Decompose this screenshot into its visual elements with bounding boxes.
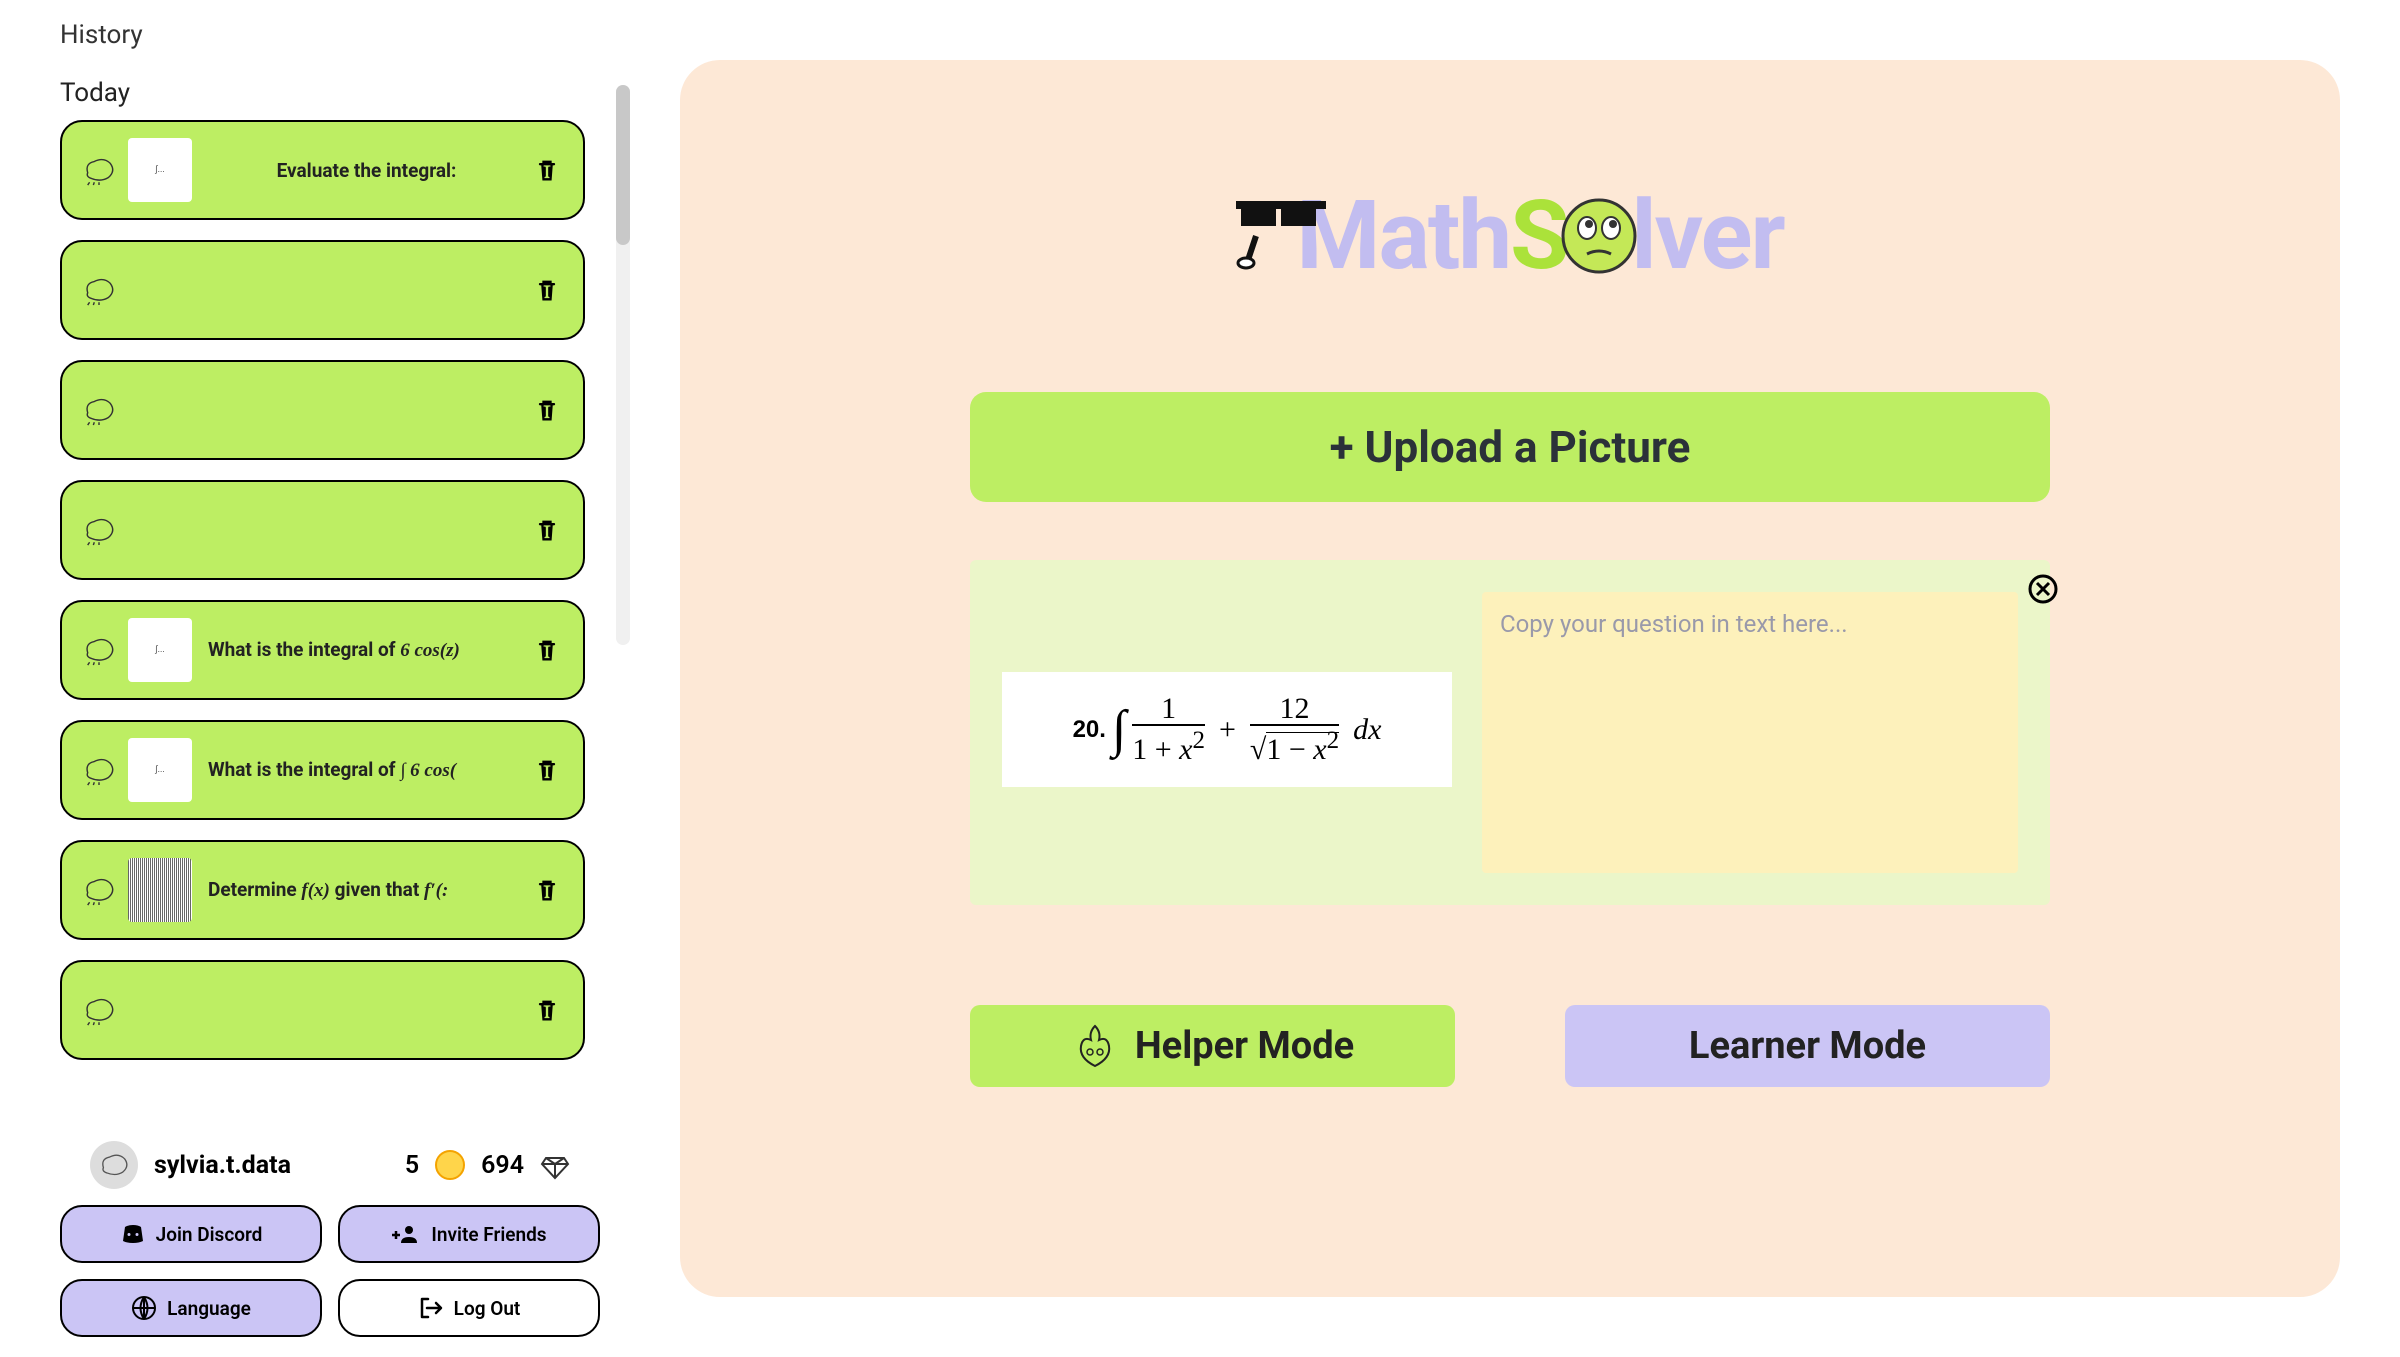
history-item[interactable]: Determine f(x) given that f′(: (60, 840, 585, 940)
language-label: Language (167, 1297, 251, 1320)
main: Math S lver + Upload a Picture 20. ∫ (660, 0, 2400, 1357)
brain-icon (80, 154, 118, 186)
join-discord-button[interactable]: Join Discord (60, 1205, 322, 1263)
logo-glasses-icon (1236, 181, 1326, 271)
brain-fire-icon (1071, 1022, 1119, 1070)
coin-count: 5 (405, 1151, 419, 1180)
logo: Math S lver (1236, 180, 1783, 292)
history-item-text: Evaluate the integral: (208, 159, 565, 182)
helper-mode-label: Helper Mode (1135, 1024, 1354, 1068)
sidebar: History Today ∫... Evaluate the integral… (0, 0, 660, 1357)
language-button[interactable]: Language (60, 1279, 322, 1337)
trash-icon[interactable] (533, 156, 561, 184)
trash-icon[interactable] (533, 996, 561, 1024)
history-item[interactable] (60, 480, 585, 580)
coin-icon (435, 1150, 465, 1180)
close-icon[interactable] (2028, 574, 2058, 604)
avatar[interactable] (90, 1141, 138, 1189)
today-label: Today (60, 78, 600, 108)
trash-icon[interactable] (533, 876, 561, 904)
brain-icon (80, 394, 118, 426)
main-card: Math S lver + Upload a Picture 20. ∫ (680, 60, 2340, 1297)
brain-icon (80, 874, 118, 906)
invite-friends-button[interactable]: Invite Friends (338, 1205, 600, 1263)
upload-picture-button[interactable]: + Upload a Picture (970, 392, 2050, 502)
logo-face-icon (1559, 196, 1639, 276)
logout-label: Log Out (454, 1297, 521, 1320)
helper-mode-button[interactable]: Helper Mode (970, 1005, 1455, 1087)
globe-icon (131, 1295, 157, 1321)
history-item-text: Determine f(x) given that f′(: (208, 878, 565, 902)
history-item[interactable] (60, 240, 585, 340)
trash-icon[interactable] (533, 756, 561, 784)
history-list: ∫... Evaluate the integral: ∫... What is… (60, 120, 600, 1121)
history-title: History (60, 20, 600, 50)
brain-icon (80, 514, 118, 546)
history-item[interactable]: ∫... Evaluate the integral: (60, 120, 585, 220)
brain-icon (80, 274, 118, 306)
history-item-text: What is the integral of 6 cos(z) (208, 638, 565, 662)
trash-icon[interactable] (533, 276, 561, 304)
logo-math: Math (1296, 180, 1510, 292)
sidebar-footer: sylvia.t.data 5 694 Join Discord Invite … (60, 1121, 600, 1337)
invite-label: Invite Friends (431, 1223, 546, 1246)
invite-icon (391, 1223, 421, 1245)
history-item-text: What is the integral of ∫ 6 cos( (208, 758, 565, 782)
mode-buttons: Helper Mode Learner Mode (970, 1005, 2050, 1087)
gem-icon (540, 1150, 570, 1180)
username: sylvia.t.data (154, 1151, 389, 1180)
user-row: sylvia.t.data 5 694 (60, 1141, 600, 1205)
logo-lver: lver (1631, 180, 1783, 292)
scrollbar-thumb[interactable] (616, 85, 630, 245)
upload-label: + Upload a Picture (1330, 421, 1691, 473)
history-item[interactable] (60, 960, 585, 1060)
learner-mode-label: Learner Mode (1689, 1024, 1926, 1068)
footer-buttons: Join Discord Invite Friends Language Log… (60, 1205, 600, 1337)
uploaded-problem-image: 20. ∫ 11 + x2 + 12√1 − x2 dx (1002, 672, 1452, 787)
history-thumbnail: ∫... (128, 738, 192, 802)
history-item[interactable]: ∫... What is the integral of ∫ 6 cos( (60, 720, 585, 820)
history-thumbnail: ∫... (128, 138, 192, 202)
history-thumbnail (128, 858, 192, 922)
history-item[interactable] (60, 360, 585, 460)
trash-icon[interactable] (533, 516, 561, 544)
scrollbar-track[interactable] (616, 85, 630, 645)
learner-mode-button[interactable]: Learner Mode (1565, 1005, 2050, 1087)
gem-count: 694 (481, 1151, 524, 1180)
discord-icon (120, 1223, 146, 1245)
brain-icon (80, 634, 118, 666)
brain-icon (80, 994, 118, 1026)
trash-icon[interactable] (533, 636, 561, 664)
logout-icon (418, 1295, 444, 1321)
history-thumbnail: ∫... (128, 618, 192, 682)
discord-label: Join Discord (156, 1223, 263, 1246)
question-text-input[interactable] (1482, 592, 2018, 873)
trash-icon[interactable] (533, 396, 561, 424)
logout-button[interactable]: Log Out (338, 1279, 600, 1337)
brain-icon (80, 754, 118, 786)
input-area: 20. ∫ 11 + x2 + 12√1 − x2 dx (970, 560, 2050, 905)
history-item[interactable]: ∫... What is the integral of 6 cos(z) (60, 600, 585, 700)
